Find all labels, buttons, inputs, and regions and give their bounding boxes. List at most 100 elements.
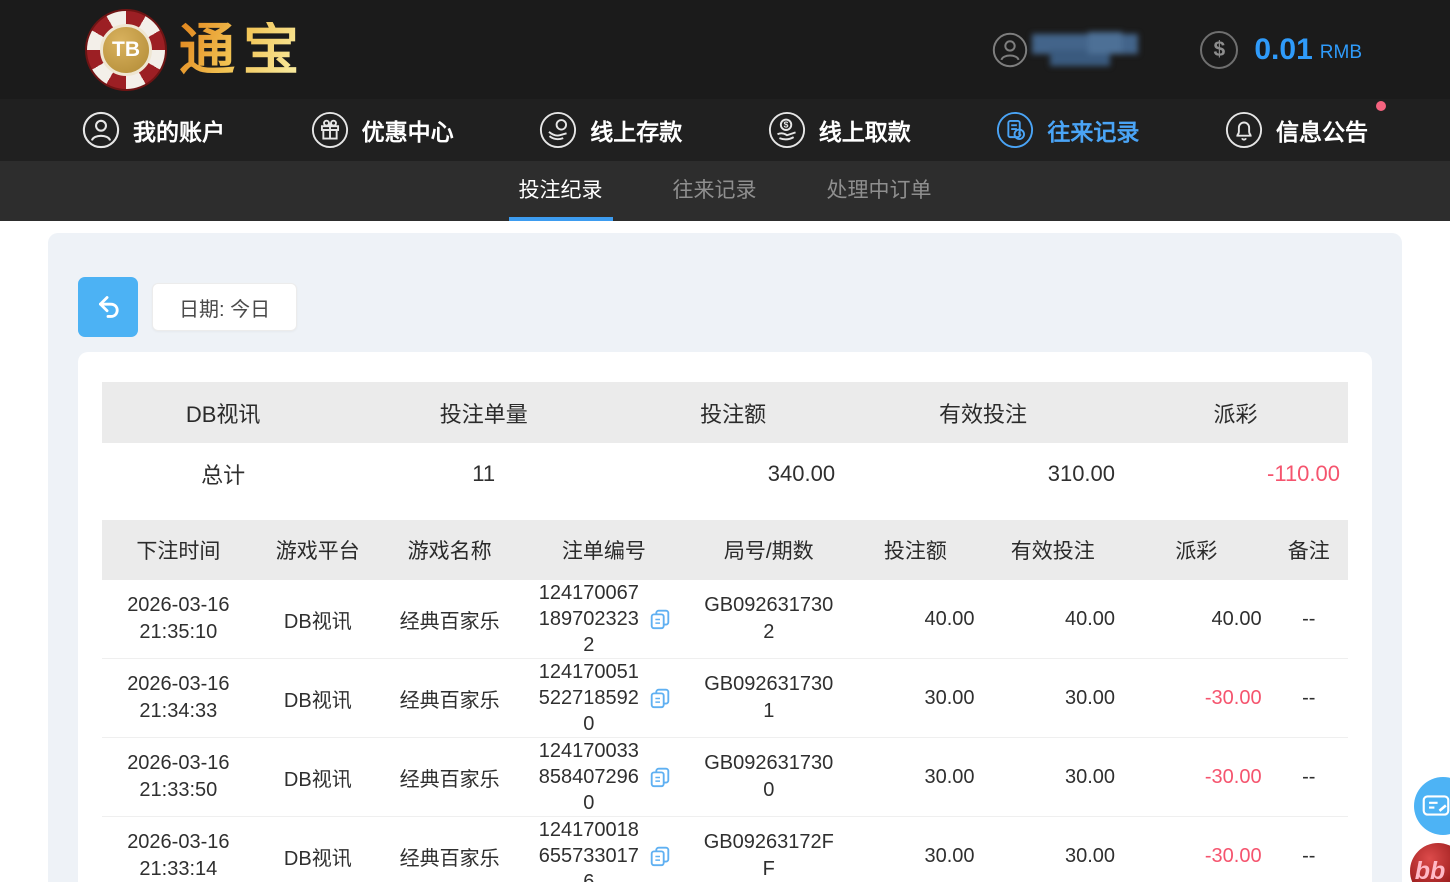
poker-chip-logo-icon: TB (85, 9, 167, 91)
bet-amount: 30.00 (848, 845, 982, 868)
user-info[interactable] (992, 30, 1138, 70)
balance-display: $ 0.01 RMB (1200, 31, 1362, 69)
table-row: 2026-03-16 21:35:10 DB视讯 经典百家乐 124170067… (102, 580, 1348, 659)
table-row: 2026-03-16 21:33:50 DB视讯 经典百家乐 124170033… (102, 738, 1348, 817)
logo-text: 通宝 (179, 22, 307, 78)
account-icon (82, 111, 120, 149)
user-avatar-icon (992, 32, 1028, 68)
date-filter-button[interactable]: 日期: 今日 (152, 283, 297, 331)
note: -- (1270, 608, 1348, 631)
col-platform: 游戏平台 (255, 535, 381, 565)
nav-item-announcements[interactable]: 信息公告 (1225, 111, 1368, 149)
records-panel: 日期: 今日 DB视讯 投注单量 投注额 有效投注 派彩 总计 11 340.0… (48, 233, 1402, 882)
summary-col-valid: 有效投注 (843, 397, 1123, 429)
summary-total-row: 总计 11 340.00 310.00 -110.00 (102, 443, 1348, 505)
deposit-icon (539, 111, 577, 149)
bet-time: 2026-03-16 21:33:50 (110, 750, 246, 804)
table-row: 2026-03-16 21:34:33 DB视讯 经典百家乐 124170051… (102, 659, 1348, 738)
tables-card: DB视讯 投注单量 投注额 有效投注 派彩 总计 11 340.00 310.0… (78, 352, 1372, 882)
col-payout: 派彩 (1123, 535, 1270, 565)
withdraw-icon: $ (768, 111, 806, 149)
note: -- (1270, 845, 1348, 868)
game-name: 经典百家乐 (381, 842, 518, 871)
copy-icon[interactable] (648, 844, 672, 868)
payout: -30.00 (1123, 766, 1270, 789)
payout: -30.00 (1123, 687, 1270, 710)
valid-bet: 30.00 (983, 687, 1123, 710)
note: -- (1270, 687, 1348, 710)
summary-col-platform: DB视讯 (102, 397, 344, 429)
game-name: 经典百家乐 (381, 684, 518, 713)
balance-currency: RMB (1320, 42, 1362, 64)
payout: 40.00 (1123, 608, 1270, 631)
nav-item-withdraw[interactable]: $ 线上取款 (768, 111, 911, 149)
page-content: 日期: 今日 DB视讯 投注单量 投注额 有效投注 派彩 总计 11 340.0… (0, 221, 1450, 882)
username-redacted (1032, 30, 1138, 70)
platform: DB视讯 (255, 842, 381, 871)
bet-id: 1241700186557330176 (536, 817, 642, 882)
nav-item-my-account[interactable]: 我的账户 (82, 111, 225, 149)
game-name: 经典百家乐 (381, 605, 518, 634)
records-table-header: 下注时间 游戏平台 游戏名称 注单编号 局号/期数 投注额 有效投注 派彩 备注 (102, 520, 1348, 580)
nav-item-promotions[interactable]: 优惠中心 (311, 111, 454, 149)
tab-bet-records[interactable]: 投注纪录 (509, 161, 613, 221)
col-game-name: 游戏名称 (381, 535, 518, 565)
bb-logo-text: bb (1415, 857, 1446, 882)
game-name: 经典百家乐 (381, 763, 518, 792)
col-bet-amount: 投注额 (848, 535, 982, 565)
bet-id: 1241700671897023232 (536, 580, 642, 658)
round-id: GB0926317300 (702, 750, 836, 804)
gift-icon (311, 111, 349, 149)
copy-icon[interactable] (648, 765, 672, 789)
bet-time: 2026-03-16 21:33:14 (110, 829, 246, 882)
round-id: GB09263172FF (702, 829, 836, 882)
valid-bet: 30.00 (983, 766, 1123, 789)
toolbar: 日期: 今日 (78, 277, 1372, 337)
bet-id: 1241700515227185920 (536, 659, 642, 737)
col-valid-bet: 有效投注 (983, 535, 1123, 565)
summary-payout: -110.00 (1123, 461, 1348, 487)
balance-amount: 0.01 (1254, 33, 1312, 67)
bet-time: 2026-03-16 21:35:10 (110, 592, 246, 646)
bet-amount: 30.00 (848, 687, 982, 710)
summary-table-header: DB视讯 投注单量 投注额 有效投注 派彩 (102, 382, 1348, 443)
payout: -30.00 (1123, 845, 1270, 868)
summary-col-bet: 投注额 (623, 397, 843, 429)
bell-icon (1225, 111, 1263, 149)
bet-id: 1241700338584072960 (536, 738, 642, 816)
round-id: GB0926317302 (702, 592, 836, 646)
dollar-icon: $ (1200, 31, 1238, 69)
sub-tabbar: 投注纪录 往来记录 处理中订单 (0, 161, 1450, 221)
tab-processing-orders[interactable]: 处理中订单 (817, 161, 942, 221)
round-id: GB0926317301 (702, 671, 836, 725)
table-row: 2026-03-16 21:33:14 DB视讯 经典百家乐 124170018… (102, 817, 1348, 882)
platform: DB视讯 (255, 605, 381, 634)
back-button[interactable] (78, 277, 138, 337)
col-note: 备注 (1270, 535, 1348, 565)
bet-amount: 40.00 (848, 608, 982, 631)
nav-item-deposit[interactable]: 线上存款 (539, 111, 682, 149)
main-nav: 我的账户 优惠中心 线上存款 $ 线上取款 往来记录 (0, 99, 1450, 161)
valid-bet: 40.00 (983, 608, 1123, 631)
tab-transaction-records[interactable]: 往来记录 (663, 161, 767, 221)
notification-dot (1376, 101, 1386, 111)
col-round: 局号/期数 (689, 535, 848, 565)
nav-item-records[interactable]: 往来记录 (996, 111, 1139, 149)
copy-icon[interactable] (648, 607, 672, 631)
col-bet-time: 下注时间 (102, 535, 255, 565)
summary-valid-bet: 310.00 (843, 461, 1123, 487)
records-icon (996, 111, 1034, 149)
platform: DB视讯 (255, 684, 381, 713)
platform: DB视讯 (255, 763, 381, 792)
chip-core: TB (100, 24, 152, 76)
site-logo[interactable]: TB 通宝 (85, 9, 307, 91)
copy-icon[interactable] (648, 686, 672, 710)
summary-total-label: 总计 (102, 458, 344, 490)
back-arrow-icon (91, 290, 125, 324)
bet-time: 2026-03-16 21:34:33 (110, 671, 246, 725)
bet-amount: 30.00 (848, 766, 982, 789)
valid-bet: 30.00 (983, 845, 1123, 868)
summary-bet-amount: 340.00 (623, 461, 843, 487)
summary-col-count: 投注单量 (344, 397, 623, 429)
svg-text:$: $ (783, 120, 788, 130)
